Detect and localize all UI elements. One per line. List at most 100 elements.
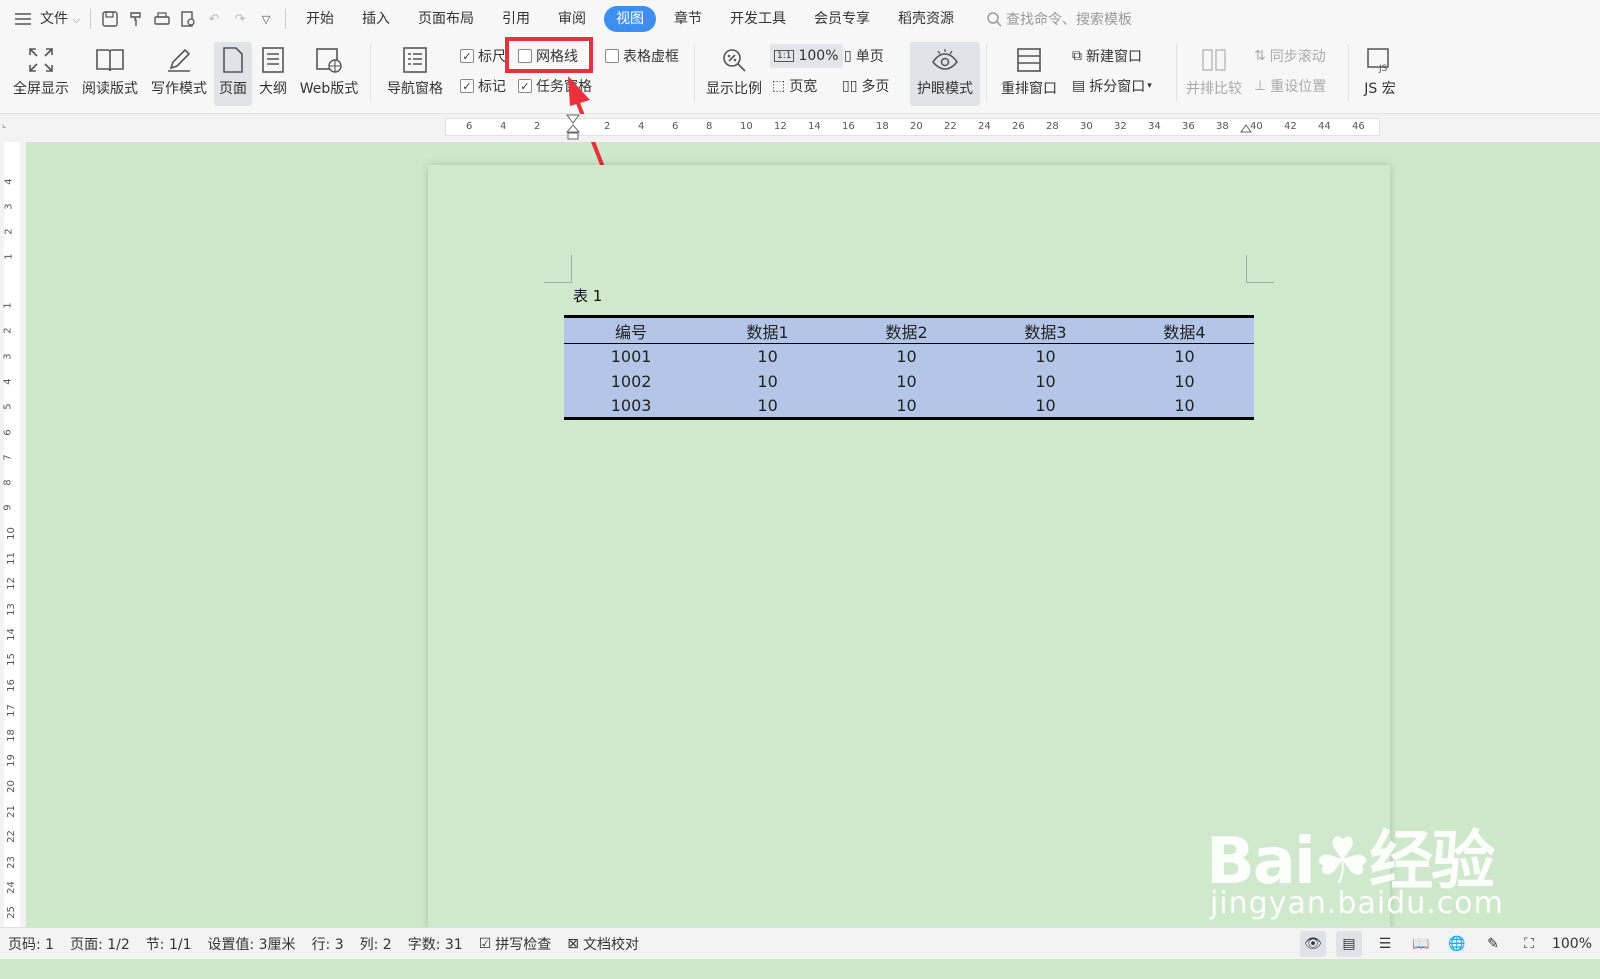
book-icon (96, 49, 124, 72)
table-cell[interactable]: 10 (698, 394, 837, 419)
tab-developer[interactable]: 开发工具 (716, 6, 800, 32)
search-placeholder: 查找命令、搜索模板 (1006, 12, 1133, 28)
indent-marker-icon[interactable] (566, 114, 580, 140)
table-header-cell[interactable]: 数据2 (837, 316, 977, 344)
outline-button[interactable]: 大纲 (256, 42, 290, 106)
table-cell[interactable]: 10 (976, 394, 1115, 419)
data-table[interactable]: 编号 数据1 数据2 数据3 数据4 1001 10 10 10 10 1002… (564, 315, 1254, 420)
table-cell[interactable]: 10 (976, 369, 1115, 394)
ruler-checkbox[interactable]: ✓ 标尺 (460, 44, 506, 68)
print-icon[interactable] (149, 6, 175, 32)
status-page-code[interactable]: 页码: 1 (0, 934, 62, 954)
tab-home[interactable]: 开始 (292, 6, 348, 32)
compare-icon (1202, 49, 1226, 71)
table-cell[interactable]: 10 (976, 344, 1115, 369)
status-setting[interactable]: 设置值: 3厘米 (199, 934, 303, 954)
fullscreen-button[interactable]: 全屏显示 (8, 42, 74, 106)
table-cell[interactable]: 1002 (564, 369, 698, 394)
write-mode-status-icon[interactable]: ✎ (1480, 931, 1506, 957)
web-view-button[interactable]: Web版式 (296, 42, 362, 106)
reset-position-button[interactable]: ⊥ 重设位置 (1254, 74, 1326, 98)
tab-page-layout[interactable]: 页面布局 (404, 6, 488, 32)
format-painter-icon[interactable] (123, 6, 149, 32)
table-header-cell[interactable]: 数据1 (698, 316, 838, 344)
page-view-button[interactable]: 页面 (214, 42, 252, 106)
save-icon[interactable] (97, 6, 123, 32)
ruler-tick-label: 8 (2, 479, 14, 486)
write-mode-button[interactable]: 写作模式 (148, 42, 210, 106)
vertical-ruler[interactable]: 4 3 2 1 1 2 3 4 5 6 7 8 9 10 11 12 13 14 15 16 17 18 19 20 21 22 2… (0, 142, 26, 927)
table-cell[interactable]: 10 (1115, 394, 1254, 419)
fit-page-icon[interactable]: ⛶ (1516, 931, 1542, 957)
table-cell[interactable]: 10 (1115, 344, 1254, 369)
table-header-cell[interactable]: 数据3 (976, 316, 1115, 344)
tab-insert[interactable]: 插入 (348, 6, 404, 32)
new-window-button[interactable]: ⧉ 新建窗口 (1072, 44, 1142, 68)
outline-icon (262, 47, 284, 73)
tab-docer[interactable]: 稻壳资源 (884, 6, 968, 32)
outline-status-icon[interactable]: ☰ (1372, 931, 1398, 957)
ruler-tick-label: 2 (2, 327, 14, 334)
status-col[interactable]: 列: 2 (352, 934, 400, 954)
redo-icon[interactable]: ↷ (227, 6, 253, 32)
js-macro-button[interactable]: JS JS 宏 (1354, 42, 1406, 106)
table-cell[interactable]: 1003 (564, 394, 698, 419)
table-cell[interactable]: 10 (1115, 369, 1254, 394)
command-search[interactable]: 查找命令、搜索模板 (986, 9, 1132, 29)
horizontal-ruler[interactable]: 6 4 2 2 4 6 8 10 12 14 16 18 20 22 24 26 28 30 32 34 36 38 40 4… (0, 114, 1600, 142)
status-zoom[interactable]: 100% (1552, 936, 1592, 952)
nav-pane-button[interactable]: 导航窗格 (378, 42, 452, 106)
ruler-tick-label: 4 (3, 178, 15, 185)
table-cell[interactable]: 10 (698, 344, 837, 369)
read-mode-status-icon[interactable]: 📖 (1408, 931, 1434, 957)
print-preview-icon[interactable] (175, 6, 201, 32)
check-icon: ✓ (460, 49, 474, 63)
right-indent-marker-icon[interactable] (1240, 124, 1252, 136)
table-cell[interactable]: 1001 (564, 344, 698, 369)
hamburger-menu-icon[interactable] (10, 6, 36, 32)
table-header-cell[interactable]: 编号 (564, 316, 699, 344)
tab-member[interactable]: 会员专享 (800, 6, 884, 32)
ruler-tick-label: 2 (3, 228, 15, 235)
multi-page-button[interactable]: ▯▯ 多页 (842, 74, 889, 98)
customize-toolbar-icon[interactable]: ▽ (253, 6, 279, 32)
zoom-100-button[interactable]: 1:1 100% (770, 44, 843, 68)
page-width-button[interactable]: ⬚ 页宽 (772, 74, 817, 98)
status-pages[interactable]: 页面: 1/2 (62, 934, 138, 954)
table-cell[interactable]: 10 (698, 369, 837, 394)
eye-protect-button[interactable]: 护眼模式 (910, 42, 980, 106)
ruler-tick-label: 14 (5, 628, 17, 641)
ruler-tick-label: 12 (774, 121, 787, 132)
read-mode-button[interactable]: 阅读版式 (78, 42, 142, 106)
table-cell[interactable]: 10 (837, 394, 976, 419)
tab-view[interactable]: 视图 (604, 6, 657, 32)
table-dashed-checkbox[interactable]: 表格虚框 (605, 44, 679, 68)
status-row[interactable]: 行: 3 (304, 934, 352, 954)
ruler-tick-label: 16 (842, 121, 855, 132)
table-cell[interactable]: 10 (837, 369, 976, 394)
status-section[interactable]: 节: 1/1 (138, 934, 200, 954)
undo-icon[interactable]: ↶ (201, 6, 227, 32)
rearrange-window-button[interactable]: 重排窗口 (994, 42, 1064, 106)
web-view-status-icon[interactable]: 🌐 (1444, 931, 1470, 957)
divider (370, 44, 371, 102)
ribbon-view: 全屏显示 阅读版式 写作模式 页面 大纲 Web版式 导航窗格 ✓ 标尺 网格线 … (0, 38, 1600, 114)
status-word-count[interactable]: 字数: 31 (400, 934, 471, 954)
split-window-button[interactable]: ▤ 拆分窗口 ▾ (1072, 74, 1152, 98)
side-by-side-button[interactable]: 并排比较 (1182, 42, 1246, 106)
tab-review[interactable]: 审阅 (544, 6, 600, 32)
tab-chapter[interactable]: 章节 (660, 6, 716, 32)
table-cell[interactable]: 10 (837, 344, 976, 369)
tab-references[interactable]: 引用 (488, 6, 544, 32)
spell-check-button[interactable]: ☑ 拼写检查 (471, 934, 560, 954)
file-menu[interactable]: 文件 ⌵ (36, 6, 84, 32)
sync-scroll-icon: ⇅ (1254, 48, 1266, 64)
eye-protect-status-icon[interactable]: 👁 (1299, 931, 1326, 957)
single-page-button[interactable]: ▯ 单页 (844, 44, 884, 68)
page-view-status-icon[interactable]: ▤ (1335, 931, 1362, 957)
table-header-cell[interactable]: 数据4 (1114, 316, 1254, 344)
sync-scroll-button[interactable]: ⇅ 同步滚动 (1254, 44, 1326, 68)
doc-proof-button[interactable]: ⊠ 文档校对 (559, 934, 647, 954)
marks-checkbox[interactable]: ✓ 标记 (460, 74, 506, 98)
zoom-ratio-button[interactable]: 显示比例 (702, 42, 766, 106)
